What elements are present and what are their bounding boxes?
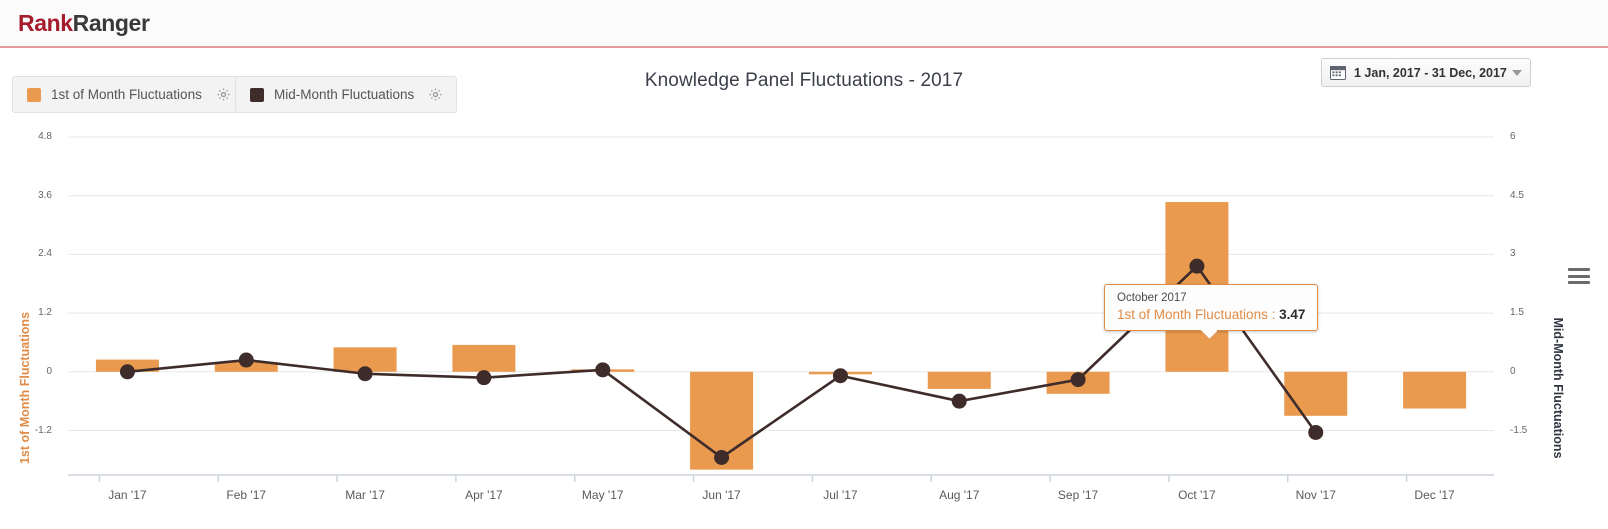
point-nov[interactable] (1308, 424, 1324, 440)
y-axis-right-tick-label: 3 (1510, 248, 1516, 260)
point-apr[interactable] (476, 370, 492, 386)
tooltip-value: 3.47 (1279, 307, 1306, 322)
bar-series-1st-of-month (95, 202, 1467, 470)
bar-dec[interactable] (1403, 371, 1467, 409)
x-axis-tick-label: Jan '17 (108, 488, 147, 502)
y-axis-left-tick-label: 2.4 (38, 248, 52, 260)
fluctuations-chart[interactable] (0, 126, 1608, 529)
hamburger-bar (1568, 274, 1590, 278)
gear-icon[interactable] (428, 87, 443, 102)
tooltip-body: 1st of Month Fluctuations : 3.47 (1117, 307, 1305, 322)
legend-label-1st-of-month: 1st of Month Fluctuations (51, 87, 202, 102)
point-may[interactable] (595, 362, 611, 378)
y-axis-right-tick-label: 0 (1510, 365, 1516, 377)
y-axis-right-tick-label: 4.5 (1510, 189, 1524, 201)
x-axis-tick-label: May '17 (581, 488, 624, 502)
y-axis-left-tick-label: 1.2 (38, 307, 52, 319)
tooltip-october: October 2017 1st of Month Fluctuations :… (1104, 284, 1319, 331)
y-axis-right-title: Mid-Month Fluctuations (1551, 317, 1565, 459)
date-range-picker[interactable]: 1 Jan, 2017 - 31 Dec, 2017 (1321, 58, 1531, 87)
hamburger-bar (1568, 268, 1590, 271)
point-mar[interactable] (357, 366, 373, 382)
x-axis-tick-label: Jul '17 (823, 488, 858, 502)
y-axis-right-tick-label: 6 (1510, 131, 1516, 142)
hamburger-bar (1568, 281, 1590, 284)
legend-chip-mid-month[interactable]: Mid-Month Fluctuations (235, 76, 458, 113)
y-axis-left-tick-label: -1.2 (34, 424, 52, 436)
point-jul[interactable] (832, 368, 848, 384)
point-oct[interactable] (1189, 258, 1205, 274)
date-range-label: 1 Jan, 2017 - 31 Dec, 2017 (1354, 65, 1507, 80)
point-sep[interactable] (1070, 372, 1086, 388)
logo-text-rank: Rank (18, 9, 73, 36)
bar-nov[interactable] (1284, 371, 1348, 416)
legend-swatch-1st-of-month (27, 87, 41, 102)
x-axis-tick-label: Oct '17 (1178, 488, 1216, 502)
y-axis-right-tick-label: -1.5 (1510, 424, 1528, 436)
chart-toolbar: Knowledge Panel Fluctuations - 2017 1st … (0, 48, 1608, 126)
y-axis-left-tick-label: 0 (46, 365, 52, 377)
calendar-icon (1330, 65, 1346, 80)
chevron-down-icon[interactable] (1512, 69, 1522, 76)
point-feb[interactable] (238, 352, 254, 368)
x-axis-tick-label: Nov '17 (1295, 488, 1336, 502)
x-axis-tick-label: Aug '17 (939, 488, 980, 502)
brand-bar: RankRanger (0, 0, 1608, 48)
x-axis-tick-label: Apr '17 (465, 488, 503, 502)
tooltip-separator: : (1267, 307, 1280, 322)
rankranger-logo[interactable]: RankRanger (18, 10, 150, 37)
point-jan[interactable] (119, 364, 135, 380)
logo-text-ranger: Ranger (72, 9, 150, 36)
bar-aug[interactable] (927, 371, 991, 389)
x-axis-tick-label: Mar '17 (345, 488, 385, 502)
gear-icon[interactable] (216, 87, 231, 102)
legend-chip-1st-of-month[interactable]: 1st of Month Fluctuations (12, 76, 245, 113)
legend-label-mid-month: Mid-Month Fluctuations (274, 87, 415, 102)
x-axis-tick-label: Feb '17 (226, 488, 267, 502)
hamburger-menu-icon[interactable] (1568, 268, 1590, 284)
y-axis-right-tick-label: 1.5 (1510, 307, 1524, 319)
point-aug[interactable] (951, 393, 967, 409)
x-axis-tick-label: Sep '17 (1057, 488, 1099, 502)
legend-swatch-mid-month (250, 87, 264, 102)
chart-x-axis (68, 474, 1494, 482)
bar-apr[interactable] (452, 344, 516, 372)
y-axis-left-tick-label: 4.8 (38, 131, 52, 142)
point-jun[interactable] (714, 450, 730, 466)
x-axis-tick-label: Dec '17 (1414, 488, 1455, 502)
tooltip-series-name: 1st of Month Fluctuations (1117, 307, 1268, 322)
x-axis-tick-label: Jun '17 (702, 488, 741, 502)
chart-container: 1st of Month Fluctuations Mid-Month Fluc… (0, 126, 1608, 529)
y-axis-left-tick-label: 3.6 (38, 189, 52, 201)
tooltip-arrow (1201, 330, 1217, 339)
tooltip-header: October 2017 (1117, 292, 1187, 304)
